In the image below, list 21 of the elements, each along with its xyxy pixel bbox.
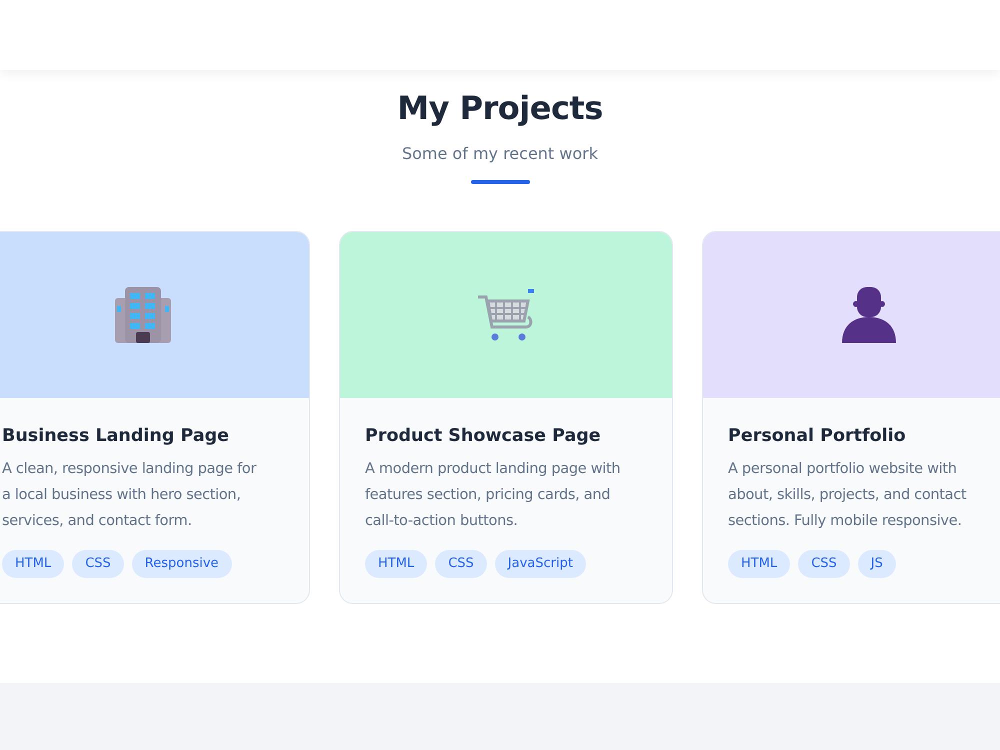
tech-tag: JS: [858, 550, 896, 578]
tech-tag: HTML: [728, 550, 790, 578]
tech-tag: CSS: [72, 550, 124, 578]
project-title: Personal Portfolio: [728, 425, 907, 448]
building-icon: [115, 287, 171, 343]
project-description: A modern product landing page with features section, pricing cards, and call-to-action buttons.: [365, 460, 622, 531]
tech-tag: CSS: [435, 550, 487, 578]
title-underline: [470, 180, 530, 184]
project-title: Business Landing Page: [2, 425, 230, 448]
tech-tag: HTML: [365, 550, 428, 578]
section-subtitle: Some of my recent work: [400, 143, 600, 165]
section-title: My Projects: [396, 88, 604, 128]
tech-tag: JavaScript: [494, 550, 586, 578]
tech-tag: CSS: [798, 550, 850, 578]
project-description: A clean, responsive landing page for a local business with hero section, services, and contact form.: [2, 460, 258, 531]
project-description: A personal portfolio website with about, skills, projects, and contact sections. Fully mobile responsive.: [728, 460, 968, 531]
person-icon: [842, 287, 896, 343]
project-title: Product Showcase Page: [365, 425, 602, 448]
tech-tag: Responsive: [132, 550, 232, 578]
cart-icon: [478, 289, 534, 340]
tech-tag: HTML: [2, 550, 64, 578]
